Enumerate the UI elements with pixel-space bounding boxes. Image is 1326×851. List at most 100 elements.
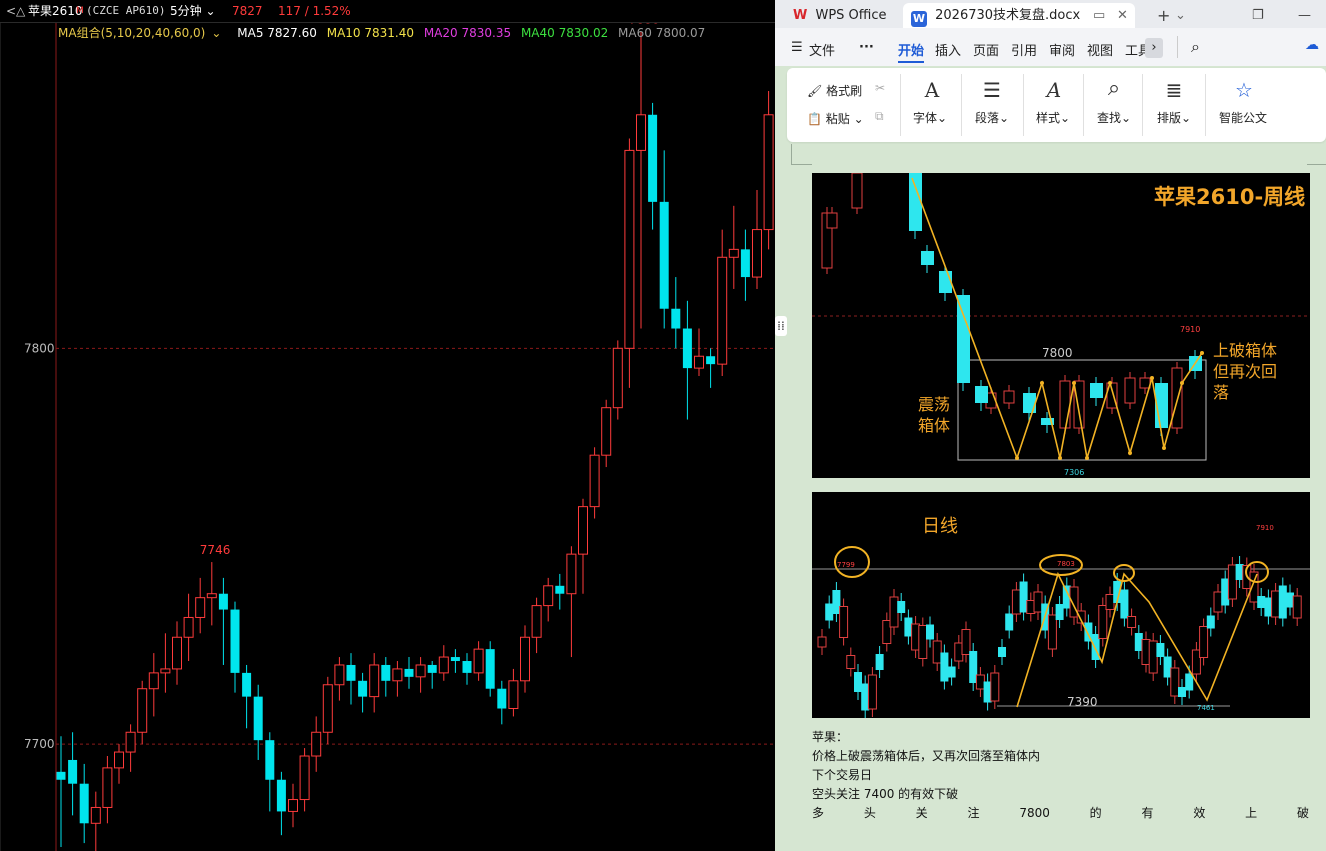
- daily-candle-up: [990, 672, 1000, 702]
- wps-home-label: WPS Office: [815, 8, 887, 23]
- text-line-justified: 多 头 关 注 7800 的 有 效 上 破: [812, 804, 1309, 823]
- candle-body-up: [195, 597, 206, 618]
- hamburger-icon[interactable]: ☰: [791, 40, 803, 55]
- menu-view[interactable]: 视图: [1087, 40, 1113, 59]
- font-button[interactable]: 字体⌄: [913, 109, 947, 126]
- daily-candle-up: [1011, 589, 1021, 615]
- candlestick-chart[interactable]: 78007700788078697746: [0, 0, 775, 851]
- tab-wps-home[interactable]: W WPS Office: [793, 3, 887, 28]
- weekly-candle-down: [921, 251, 934, 265]
- daily-candle-up: [889, 596, 899, 628]
- chevron-right-icon[interactable]: ›: [1145, 38, 1163, 58]
- ribbon-divider: [1205, 74, 1206, 136]
- ma40-value: MA40 7830.02: [520, 26, 609, 40]
- candle-body-down: [253, 696, 263, 741]
- candle-body-up: [114, 751, 124, 769]
- candle-body-up: [125, 731, 136, 753]
- candle-body-down: [659, 201, 669, 309]
- candle-body-down: [671, 308, 681, 329]
- daily-candle-down: [1206, 615, 1215, 629]
- candle-body-up: [90, 806, 101, 824]
- format-painter-icon: 🖌: [807, 84, 823, 98]
- restore-window-icon[interactable]: ❐: [1252, 3, 1264, 28]
- paste-button[interactable]: 📋 粘贴 ⌄: [807, 110, 864, 127]
- arrow-head: [1200, 351, 1204, 355]
- candle-body-up: [415, 664, 426, 678]
- styles-button[interactable]: 样式⌄: [1036, 109, 1070, 126]
- tab-document[interactable]: W 2026730技术复盘.docx ▭ ✕: [903, 3, 1135, 28]
- futures-chart-pane[interactable]: 78007700788078697746 <△ 苹果2610 M (CZCE A…: [0, 0, 775, 851]
- daily-candle-up: [1227, 564, 1237, 600]
- candle-body-down: [450, 657, 460, 662]
- price-axis-label: 7800: [24, 341, 55, 355]
- chart-link-icon[interactable]: <△: [6, 0, 25, 22]
- menu-insert[interactable]: 插入: [935, 40, 961, 59]
- candle-body-up: [601, 407, 612, 456]
- window-mode-icon[interactable]: ▭: [1093, 3, 1105, 28]
- menu-page[interactable]: 页面: [973, 40, 999, 59]
- candle-body-up: [531, 605, 542, 638]
- chart-header-bar: <△ 苹果2610 M (CZCE AP610) 5分钟 ⌄ 7827 117 …: [0, 0, 775, 23]
- drag-handle-icon[interactable]: ⁞⁞: [775, 316, 787, 336]
- menu-reference[interactable]: 引用: [1011, 40, 1037, 59]
- weekly-left-note: 震荡 箱体: [918, 395, 951, 435]
- menu-home[interactable]: 开始: [898, 40, 925, 63]
- close-tab-icon[interactable]: ✕: [1117, 3, 1128, 28]
- daily-candle-down: [875, 654, 884, 670]
- candle-body-up: [589, 454, 600, 508]
- candle-body-down: [265, 740, 275, 780]
- main-contract-badge: M: [76, 6, 84, 16]
- copy-icon[interactable]: ⧉: [875, 109, 884, 124]
- new-tab-icon[interactable]: +: [1157, 3, 1170, 28]
- daily-candle-down: [1278, 585, 1287, 619]
- more-icon[interactable]: ···: [859, 40, 874, 55]
- daily-candle-up: [1148, 640, 1158, 674]
- text-line: 苹果：: [812, 730, 849, 744]
- candle-body-down: [682, 328, 692, 369]
- weekly-trend-arrows: [911, 177, 1203, 461]
- search-icon[interactable]: ⌕: [1191, 37, 1200, 57]
- cloud-sync-icon[interactable]: ☁: [1305, 37, 1319, 53]
- find-icon[interactable]: ⌕: [1101, 76, 1127, 101]
- menu-review[interactable]: 审阅: [1049, 40, 1075, 59]
- document-body-text[interactable]: 苹果： 价格上破震荡箱体后，又再次回落至箱体内 下个交易日 空头关注 7400 …: [812, 728, 1309, 823]
- paragraph-icon[interactable]: ☰: [979, 78, 1005, 102]
- paragraph-button[interactable]: 段落⌄: [975, 109, 1009, 126]
- daily-candle-up: [1047, 614, 1057, 650]
- daily-candle-up: [961, 629, 971, 655]
- candle-body-up: [172, 636, 182, 670]
- layout-icon[interactable]: ≣: [1161, 78, 1187, 102]
- find-button[interactable]: 查找⌄: [1097, 109, 1131, 126]
- format-painter-button[interactable]: 🖌 格式刷: [807, 82, 862, 99]
- daily-candle-down: [1120, 589, 1129, 619]
- styles-label: 样式: [1036, 111, 1061, 125]
- ma-combo-label[interactable]: MA组合(5,10,20,40,60,0) ⌄: [58, 26, 227, 40]
- smart-doc-icon[interactable]: ☆: [1231, 78, 1257, 102]
- minimize-icon[interactable]: —: [1298, 3, 1311, 28]
- smart-doc-button[interactable]: 智能公文: [1219, 109, 1267, 126]
- styles-icon[interactable]: A: [1041, 78, 1067, 102]
- menu-tools[interactable]: 工具: [1125, 40, 1145, 59]
- candle-body-up: [334, 664, 345, 686]
- daily-candle-down: [926, 624, 934, 640]
- period-selector[interactable]: 5分钟 ⌄: [170, 0, 216, 22]
- word: 7800: [1019, 806, 1050, 820]
- chevron-down-icon[interactable]: ⌄: [1175, 3, 1186, 28]
- layout-button[interactable]: 排版⌄: [1157, 109, 1191, 126]
- page-corner-mark: [1307, 144, 1326, 165]
- weekly-low-label: 7306: [1064, 468, 1085, 477]
- price-axis-label: 7700: [24, 737, 55, 751]
- daily-candle-up: [846, 655, 856, 669]
- menu-file[interactable]: 文件: [809, 40, 835, 59]
- word: 破: [1296, 806, 1309, 820]
- font-icon[interactable]: A: [919, 78, 945, 102]
- cut-icon[interactable]: ✂: [875, 81, 885, 95]
- daily-candle-up: [1170, 667, 1180, 697]
- arrow-head: [1128, 451, 1132, 455]
- chevron-down-icon: ⌄: [201, 4, 216, 18]
- daily-candle-up: [867, 674, 877, 710]
- weekly-right-note: 上破箱体 但再次回 落: [1213, 341, 1278, 402]
- candle-body-up: [543, 585, 554, 607]
- arrow-head: [1108, 381, 1112, 385]
- word: 多: [812, 806, 825, 820]
